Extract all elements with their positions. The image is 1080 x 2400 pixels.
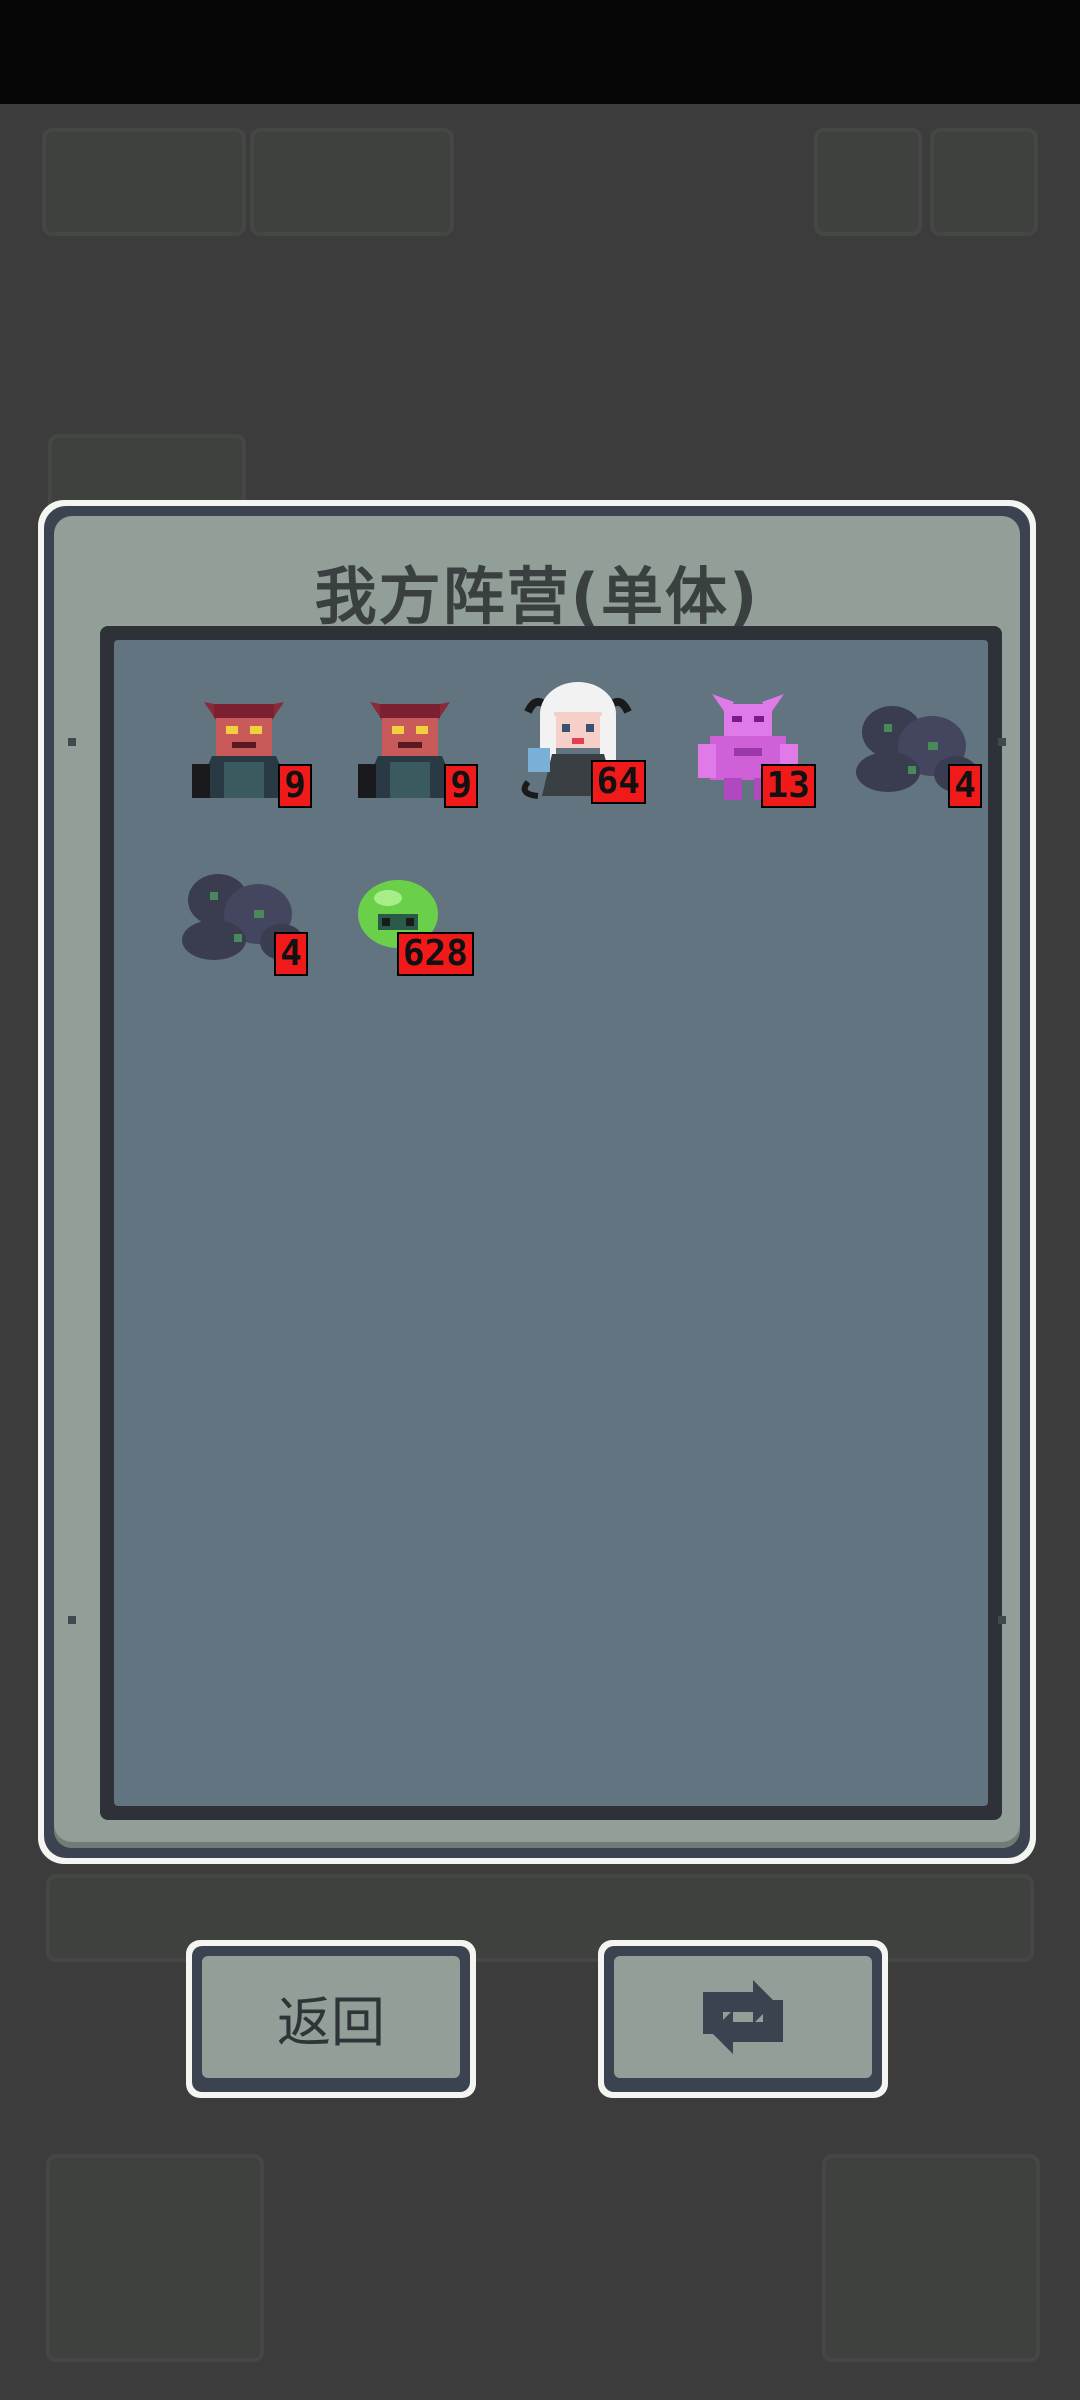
dialog-title: 我方阵营(单体) (314, 560, 760, 633)
unit-count: 4 (948, 764, 982, 808)
ghost-hero-slot (822, 2154, 1040, 2362)
ghost-resource-slot (42, 128, 246, 236)
unit-slot[interactable]: 64 (508, 664, 648, 804)
unit-list: 9 9 64 13 4 4 628 (114, 640, 988, 1806)
ghost-energy-slot (250, 128, 454, 236)
unit-slot[interactable]: 9 (174, 668, 314, 808)
unit-slot[interactable]: 13 (678, 668, 818, 808)
ghost-skill-slot (46, 2154, 264, 2362)
ghost-menu-slot (814, 128, 922, 236)
unit-count: 9 (278, 764, 312, 808)
unit-slot[interactable]: 4 (170, 836, 310, 976)
unit-count: 64 (590, 760, 646, 804)
unit-slot[interactable]: 628 (336, 836, 476, 976)
back-button-label: 返回 (277, 1990, 385, 2054)
formation-dialog: 我方阵营(单体) 9 9 64 13 4 4 628 (38, 500, 1036, 1864)
unit-slot[interactable]: 4 (844, 668, 984, 808)
refresh-icon (703, 1980, 783, 2054)
back-button[interactable]: 返回 (186, 1940, 476, 2098)
unit-count: 4 (274, 932, 308, 976)
unit-list-frame: 9 9 64 13 4 4 628 (100, 626, 1002, 1820)
unit-count: 9 (444, 764, 478, 808)
unit-count: 628 (396, 932, 474, 976)
refresh-button[interactable] (598, 1940, 888, 2098)
ghost-settings-slot (930, 128, 1038, 236)
status-bar (0, 0, 1080, 104)
unit-slot[interactable]: 9 (340, 668, 480, 808)
unit-count: 13 (760, 764, 816, 808)
